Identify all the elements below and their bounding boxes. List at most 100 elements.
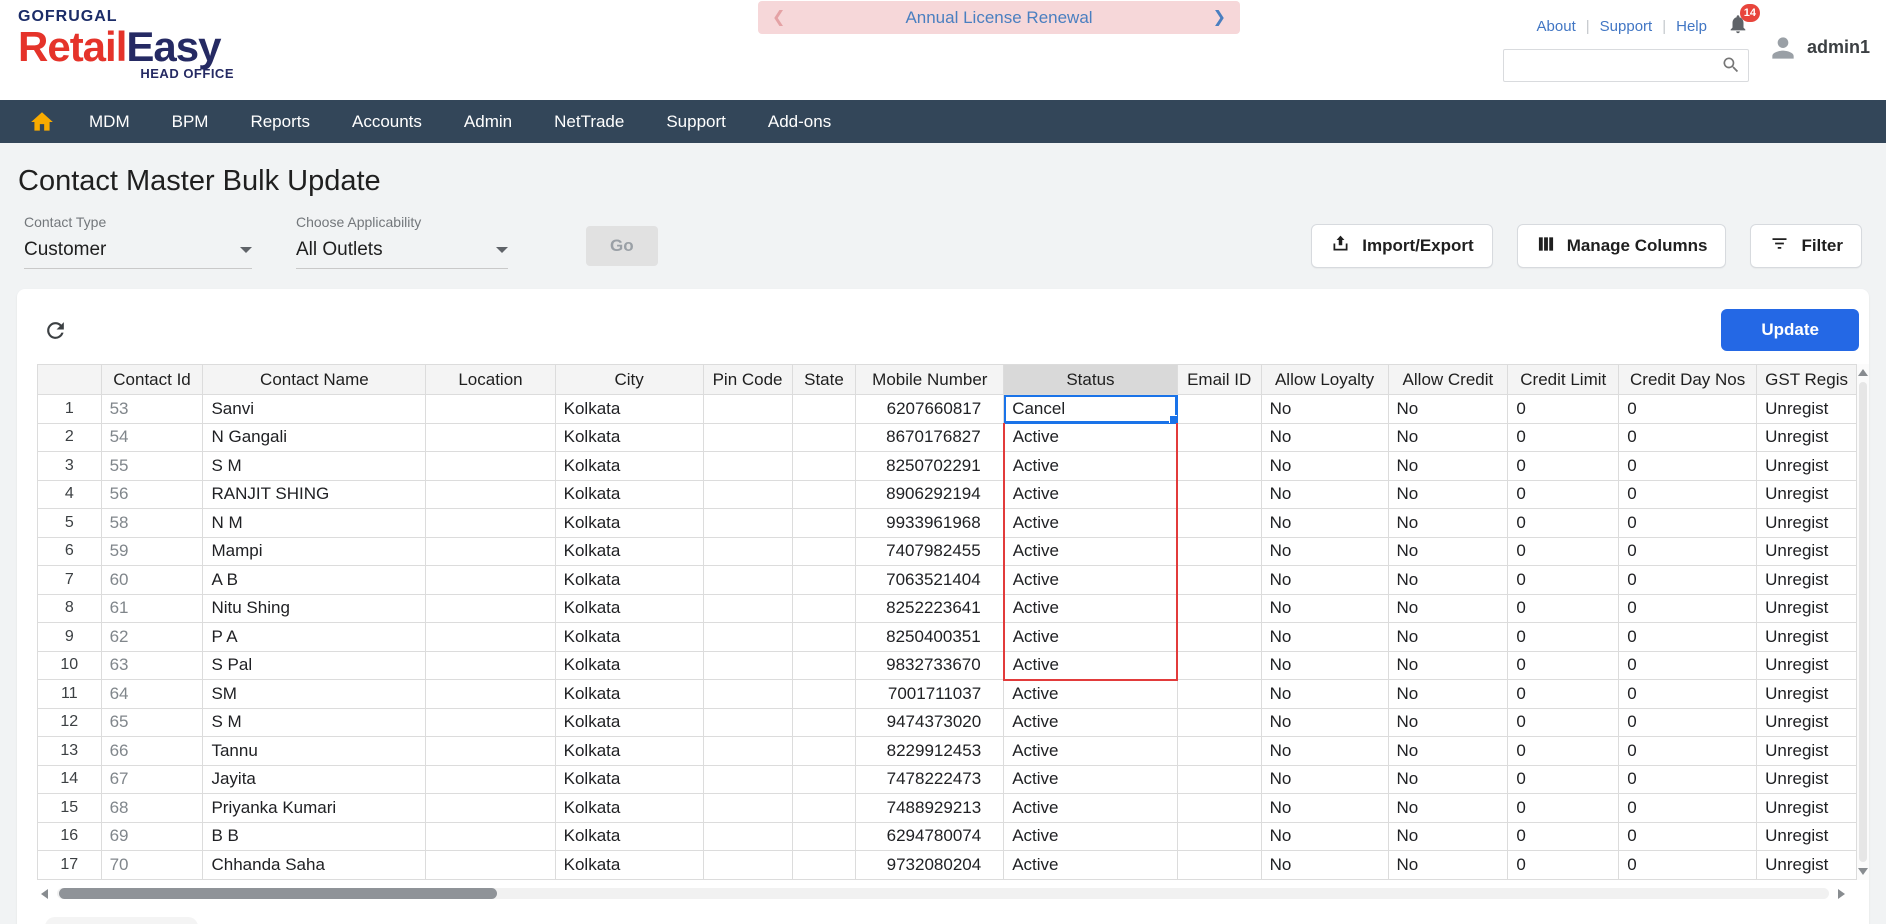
- horizontal-scroll-thumb[interactable]: [59, 888, 497, 899]
- cell[interactable]: [792, 851, 856, 880]
- cell[interactable]: [1177, 680, 1261, 709]
- cell[interactable]: 0: [1508, 680, 1619, 709]
- cell[interactable]: Kolkata: [555, 480, 703, 509]
- update-button[interactable]: Update: [1721, 309, 1859, 351]
- row-number[interactable]: 8: [38, 594, 102, 623]
- cell[interactable]: [703, 509, 792, 538]
- cell[interactable]: 0: [1619, 737, 1757, 766]
- scroll-down-icon[interactable]: [1858, 868, 1868, 875]
- cell[interactable]: No: [1261, 708, 1388, 737]
- cell[interactable]: No: [1261, 537, 1388, 566]
- row-number[interactable]: 7: [38, 566, 102, 595]
- row-number[interactable]: 2: [38, 423, 102, 452]
- cell[interactable]: 0: [1508, 765, 1619, 794]
- cell[interactable]: [792, 708, 856, 737]
- nav-item-admin[interactable]: Admin: [443, 112, 533, 132]
- row-number[interactable]: 16: [38, 822, 102, 851]
- col-header-state[interactable]: State: [792, 365, 856, 395]
- row-number[interactable]: 10: [38, 651, 102, 680]
- scroll-right-icon[interactable]: [1838, 889, 1845, 899]
- cell[interactable]: No: [1261, 737, 1388, 766]
- cell[interactable]: 0: [1619, 623, 1757, 652]
- cell[interactable]: Kolkata: [555, 623, 703, 652]
- cell[interactable]: 8252223641: [856, 594, 1004, 623]
- cell[interactable]: No: [1261, 651, 1388, 680]
- cell[interactable]: 0: [1508, 594, 1619, 623]
- cell[interactable]: 7001711037: [856, 680, 1004, 709]
- cell[interactable]: 0: [1508, 566, 1619, 595]
- cell[interactable]: 60: [101, 566, 203, 595]
- cell[interactable]: No: [1388, 623, 1508, 652]
- col-header-allow-credit[interactable]: Allow Credit: [1388, 365, 1508, 395]
- cell[interactable]: [792, 480, 856, 509]
- nav-item-support[interactable]: Support: [645, 112, 747, 132]
- cell[interactable]: No: [1388, 537, 1508, 566]
- cell[interactable]: 63: [101, 651, 203, 680]
- cell[interactable]: [426, 737, 555, 766]
- cell[interactable]: Unregist: [1757, 680, 1857, 709]
- cell[interactable]: Active: [1004, 822, 1178, 851]
- cell[interactable]: Active: [1004, 765, 1178, 794]
- cell[interactable]: [703, 851, 792, 880]
- col-header-gst-regis[interactable]: GST Regis: [1757, 365, 1857, 395]
- cell[interactable]: [1177, 708, 1261, 737]
- refresh-button[interactable]: [43, 318, 68, 343]
- cell[interactable]: 67: [101, 765, 203, 794]
- cell[interactable]: 0: [1619, 794, 1757, 823]
- cell[interactable]: S M: [203, 452, 426, 481]
- cell[interactable]: [703, 822, 792, 851]
- cell[interactable]: Sanvi: [203, 395, 426, 424]
- cell[interactable]: No: [1261, 480, 1388, 509]
- cell[interactable]: Kolkata: [555, 566, 703, 595]
- cell[interactable]: 0: [1508, 395, 1619, 424]
- col-header-city[interactable]: City: [555, 365, 703, 395]
- nav-item-add-ons[interactable]: Add-ons: [747, 112, 852, 132]
- cell[interactable]: 58: [101, 509, 203, 538]
- cell[interactable]: Kolkata: [555, 594, 703, 623]
- cell[interactable]: 9732080204: [856, 851, 1004, 880]
- cell[interactable]: No: [1388, 794, 1508, 823]
- cell[interactable]: 68: [101, 794, 203, 823]
- cell[interactable]: 0: [1619, 566, 1757, 595]
- cell[interactable]: Unregist: [1757, 651, 1857, 680]
- cell[interactable]: No: [1261, 509, 1388, 538]
- cell[interactable]: [703, 395, 792, 424]
- cell[interactable]: 0: [1508, 452, 1619, 481]
- cell[interactable]: 0: [1619, 423, 1757, 452]
- cell[interactable]: [703, 680, 792, 709]
- cell[interactable]: [1177, 737, 1261, 766]
- cell[interactable]: No: [1388, 737, 1508, 766]
- cell[interactable]: [792, 566, 856, 595]
- cell[interactable]: [703, 794, 792, 823]
- cell[interactable]: 0: [1508, 623, 1619, 652]
- cell[interactable]: Unregist: [1757, 594, 1857, 623]
- cell[interactable]: 6207660817: [856, 395, 1004, 424]
- cell[interactable]: 0: [1508, 509, 1619, 538]
- cell[interactable]: 0: [1508, 822, 1619, 851]
- cell[interactable]: 9933961968: [856, 509, 1004, 538]
- cell[interactable]: No: [1261, 765, 1388, 794]
- cell[interactable]: Unregist: [1757, 395, 1857, 424]
- cell[interactable]: [426, 765, 555, 794]
- cell[interactable]: 0: [1619, 395, 1757, 424]
- link-help[interactable]: Help: [1676, 18, 1707, 35]
- cell[interactable]: S M: [203, 708, 426, 737]
- cell[interactable]: [1177, 509, 1261, 538]
- cell[interactable]: Jayita: [203, 765, 426, 794]
- cell[interactable]: 0: [1508, 737, 1619, 766]
- cell[interactable]: Kolkata: [555, 452, 703, 481]
- cell[interactable]: N M: [203, 509, 426, 538]
- col-header-contact-name[interactable]: Contact Name: [203, 365, 426, 395]
- cell[interactable]: No: [1261, 794, 1388, 823]
- horizontal-scrollbar[interactable]: [41, 887, 1845, 901]
- search-icon[interactable]: [1721, 55, 1741, 75]
- nav-item-reports[interactable]: Reports: [229, 112, 331, 132]
- cell[interactable]: No: [1261, 566, 1388, 595]
- cell[interactable]: [1177, 566, 1261, 595]
- cell[interactable]: Active: [1004, 423, 1178, 452]
- license-renewal-banner[interactable]: ❮ Annual License Renewal ❯: [758, 1, 1240, 34]
- cell[interactable]: [426, 452, 555, 481]
- cell[interactable]: [792, 594, 856, 623]
- cell[interactable]: [1177, 537, 1261, 566]
- cell[interactable]: Kolkata: [555, 851, 703, 880]
